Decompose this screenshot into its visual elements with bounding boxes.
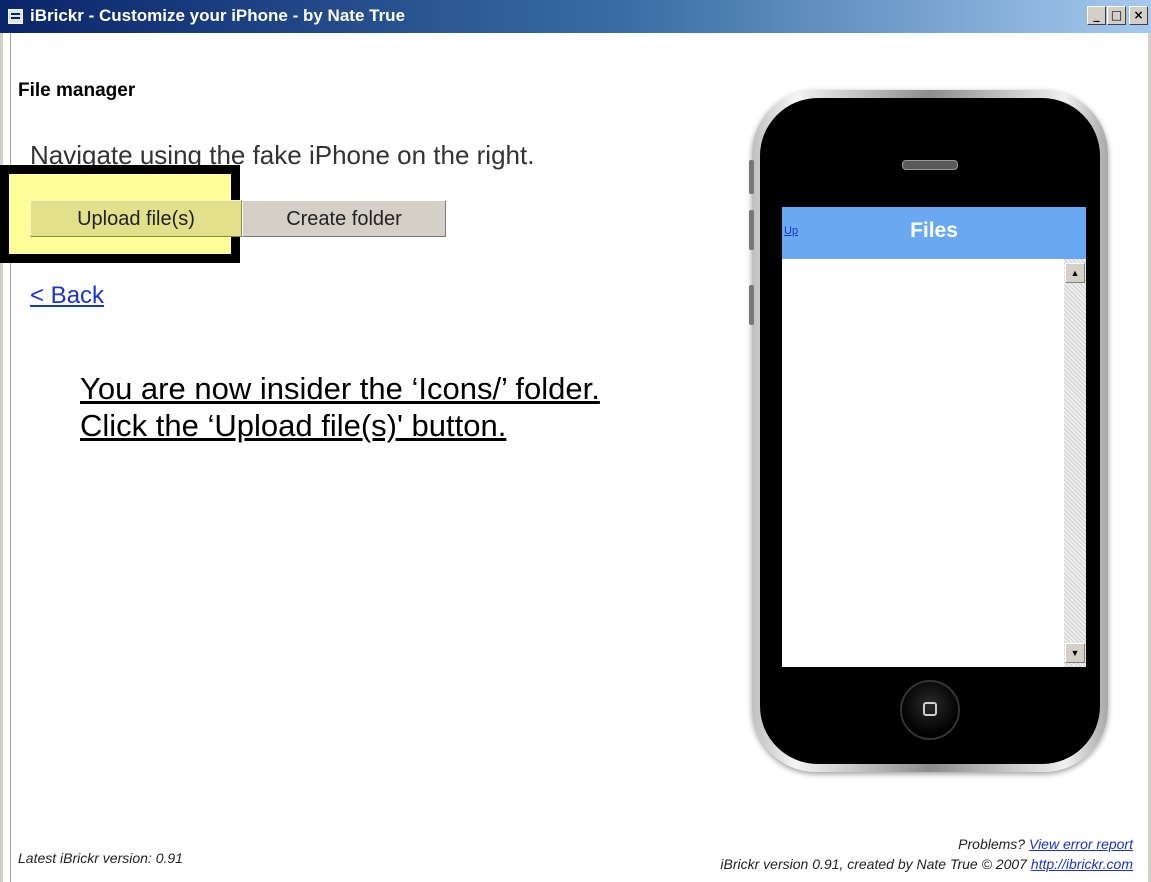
footer-credits: Problems? View error report iBrickr vers… bbox=[720, 834, 1133, 874]
window-border-left bbox=[0, 33, 3, 882]
close-button[interactable]: × bbox=[1129, 6, 1148, 25]
maximize-button[interactable]: □ bbox=[1107, 6, 1126, 25]
view-error-report-link[interactable]: View error report bbox=[1029, 836, 1133, 852]
phone-volume-down bbox=[749, 285, 754, 325]
phone-side-switch bbox=[749, 160, 754, 194]
title-bar: iBrickr - Customize your iPhone - by Nat… bbox=[0, 0, 1151, 33]
scroll-down-button[interactable]: ▼ bbox=[1065, 643, 1085, 663]
phone-screen: Up Files ▲ ▼ bbox=[782, 207, 1086, 667]
home-button[interactable] bbox=[900, 680, 960, 740]
ibrickr-site-link[interactable]: http://ibrickr.com bbox=[1031, 856, 1133, 872]
window-title: iBrickr - Customize your iPhone - by Nat… bbox=[30, 6, 406, 25]
file-list[interactable] bbox=[782, 259, 1062, 667]
phone-volume-up bbox=[749, 210, 754, 250]
iphone-simulator: Up Files ▲ ▼ bbox=[749, 90, 1108, 772]
back-link[interactable]: < Back bbox=[30, 282, 104, 310]
minimize-button[interactable]: _ bbox=[1087, 6, 1106, 25]
upload-files-button[interactable]: Upload file(s) bbox=[30, 200, 242, 237]
create-folder-button[interactable]: Create folder bbox=[242, 200, 446, 237]
window-divider bbox=[10, 33, 11, 882]
tutorial-instruction: You are now insider the ‘Icons/’ folder.… bbox=[80, 371, 600, 443]
problems-label: Problems? bbox=[958, 836, 1026, 852]
phone-speaker bbox=[902, 160, 958, 170]
scroll-up-button[interactable]: ▲ bbox=[1065, 263, 1085, 283]
credit-text: iBrickr version 0.91, created by Nate Tr… bbox=[720, 856, 1027, 872]
window-menu-icon[interactable] bbox=[8, 9, 23, 24]
screen-header: Up Files bbox=[782, 207, 1086, 259]
section-title: File manager bbox=[18, 80, 136, 101]
file-list-scrollbar[interactable]: ▲ ▼ bbox=[1064, 259, 1086, 667]
home-square-icon bbox=[923, 702, 937, 716]
latest-version-text: Latest iBrickr version: 0.91 bbox=[18, 850, 183, 866]
screen-title: Files bbox=[910, 219, 958, 242]
